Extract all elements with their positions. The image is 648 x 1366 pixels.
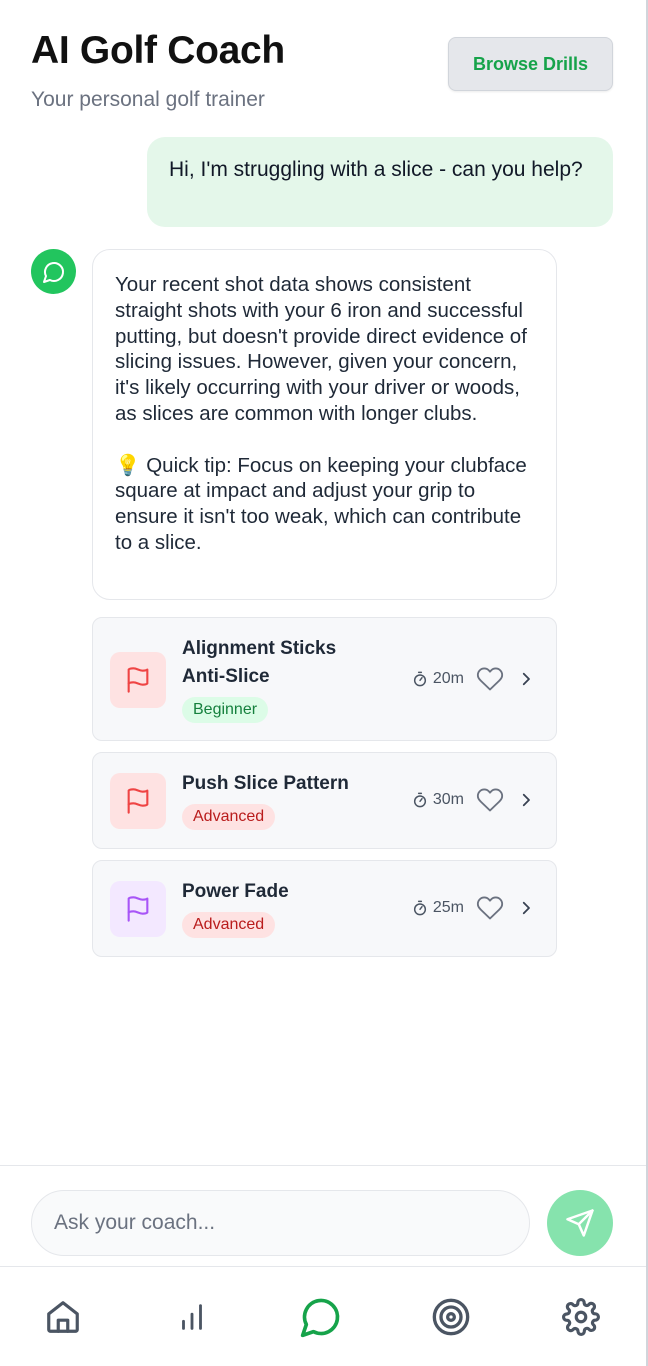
- nav-chat[interactable]: [297, 1293, 345, 1341]
- stats-icon: [182, 1304, 202, 1330]
- coach-message-tip: 💡 Quick tip: Focus on keeping your clubf…: [115, 453, 527, 554]
- flag-icon: [127, 896, 149, 922]
- drill-duration: 30m: [432, 791, 464, 808]
- open-drill-button[interactable]: [516, 669, 536, 689]
- user-message-bubble: Hi, I'm struggling with a slice - can yo…: [147, 137, 613, 227]
- drill-duration: 25m: [432, 899, 464, 916]
- heart-icon: [476, 788, 504, 812]
- composer-divider: [0, 1165, 646, 1166]
- open-drill-button[interactable]: [516, 898, 536, 918]
- home-icon: [47, 1301, 79, 1333]
- drill-icon-tile: [110, 881, 166, 937]
- drill-card-push-slice[interactable]: Push Slice Pattern Advanced 30m: [92, 752, 557, 849]
- drill-meta: 25m: [412, 894, 536, 922]
- drill-duration: 20m: [432, 670, 464, 687]
- favorite-button[interactable]: [476, 894, 504, 922]
- browse-drills-button[interactable]: Browse Drills: [448, 37, 613, 91]
- chat-input[interactable]: [31, 1190, 530, 1256]
- nav-target[interactable]: [427, 1293, 475, 1341]
- favorite-button[interactable]: [476, 665, 504, 693]
- app-header: AI Golf Coach Your personal golf trainer…: [31, 28, 613, 118]
- favorite-button[interactable]: [476, 786, 504, 814]
- drill-meta: 20m: [412, 665, 536, 693]
- drill-card-alignment-sticks[interactable]: Alignment Sticks Anti-Slice Beginner 20m: [92, 617, 557, 741]
- drill-name: Power Fade: [182, 881, 289, 902]
- chevron-right-icon: [522, 793, 530, 807]
- timer-icon: [413, 900, 426, 916]
- difficulty-badge: Advanced: [182, 912, 276, 938]
- flag-icon: [127, 788, 149, 814]
- coach-message-bubble: Your recent shot data shows consistent s…: [92, 249, 557, 600]
- coach-avatar: [31, 249, 76, 294]
- nav-home[interactable]: [39, 1293, 87, 1341]
- bottom-nav: [0, 1266, 646, 1366]
- heart-icon: [476, 896, 504, 920]
- target-icon: [432, 1298, 470, 1336]
- chevron-right-icon: [522, 901, 530, 915]
- send-button[interactable]: [547, 1190, 613, 1256]
- drill-card-power-fade[interactable]: Power Fade Advanced 25m: [92, 860, 557, 957]
- timer-icon: [413, 792, 426, 808]
- drill-icon-tile: [110, 652, 166, 708]
- page-subtitle: Your personal golf trainer: [31, 88, 265, 111]
- drill-icon-tile: [110, 773, 166, 829]
- difficulty-badge: Beginner: [182, 697, 269, 723]
- nav-stats[interactable]: [168, 1293, 216, 1341]
- drill-meta: 30m: [412, 786, 536, 814]
- heart-icon: [476, 667, 504, 691]
- timer-icon: [413, 671, 426, 687]
- chat-bubble-icon: [42, 261, 64, 283]
- flag-icon: [127, 667, 149, 693]
- difficulty-badge: Advanced: [182, 804, 276, 830]
- send-icon: [566, 1209, 594, 1237]
- drill-name: Alignment Sticks Anti-Slice: [182, 638, 337, 687]
- open-drill-button[interactable]: [516, 790, 536, 810]
- chevron-right-icon: [522, 672, 530, 686]
- settings-icon: [562, 1298, 600, 1336]
- nav-settings[interactable]: [557, 1293, 605, 1341]
- chat-icon: [300, 1298, 340, 1338]
- coach-message-analysis: Your recent shot data shows consistent s…: [115, 273, 527, 425]
- drill-name: Push Slice Pattern: [182, 773, 349, 794]
